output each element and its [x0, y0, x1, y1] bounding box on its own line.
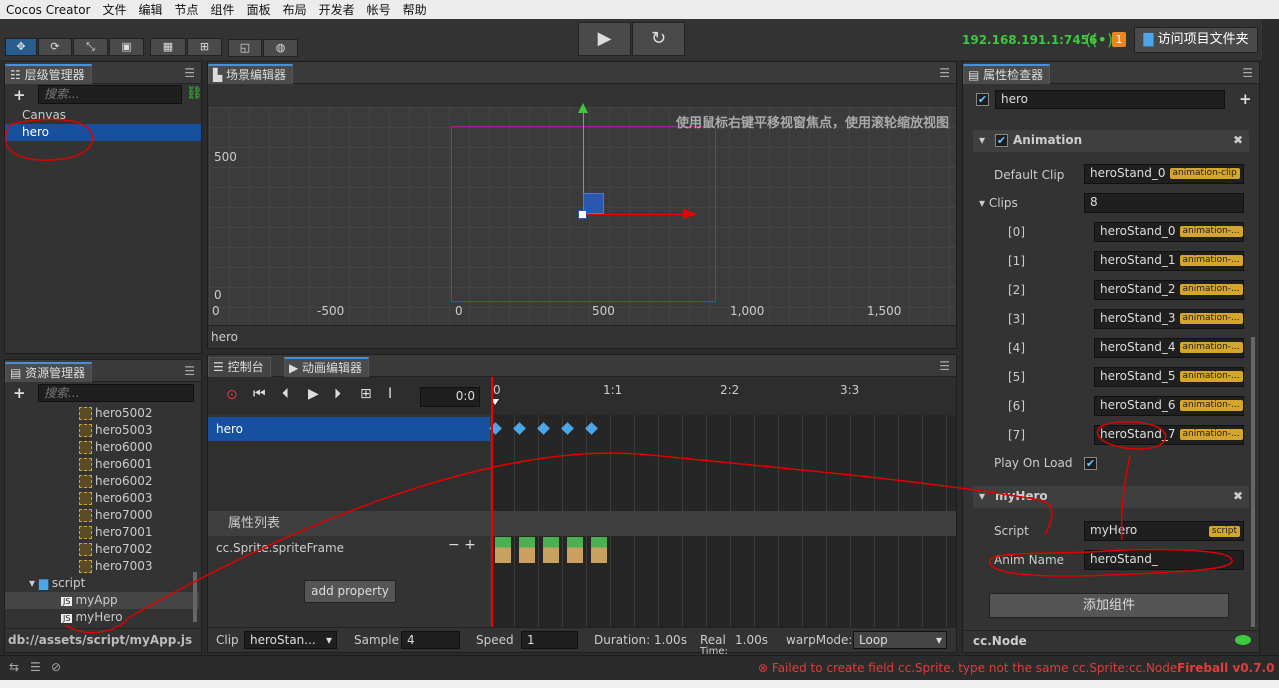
- annotation-arrow-down: [1120, 454, 1131, 541]
- annotation-circle-hero: [4, 118, 94, 161]
- annotation-circle-clip7: [1096, 421, 1167, 450]
- annotation-circle-anim-name: [989, 548, 1233, 577]
- annotation-stroke: [64, 452, 1053, 634]
- annotation-overlay: [4, 118, 1233, 634]
